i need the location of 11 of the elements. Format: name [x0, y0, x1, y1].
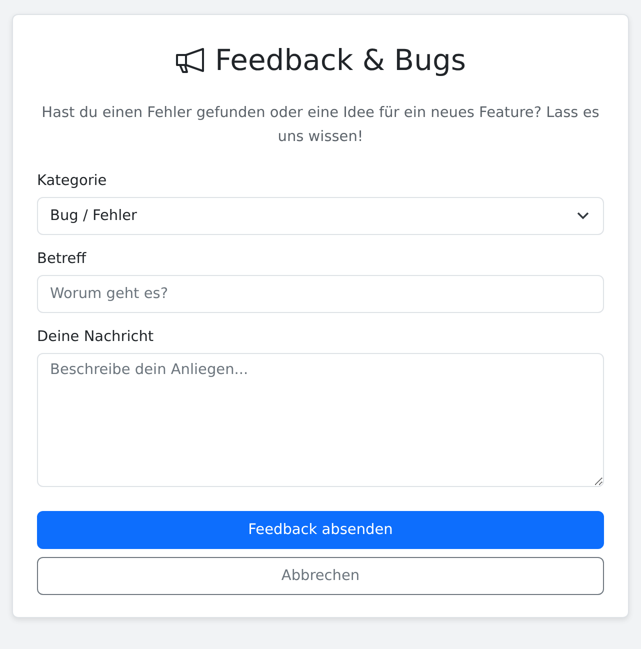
subject-input-field[interactable]: Worum geht es? [37, 275, 604, 313]
category-select[interactable]: Bug / Fehler [37, 197, 604, 235]
cancel-button[interactable]: Abbrechen [37, 557, 604, 595]
chevron-down-icon [577, 212, 589, 220]
message-text-area[interactable]: Beschreibe dein Anliegen... [37, 353, 604, 487]
field-label: Deine Nachricht [37, 329, 155, 345]
intro-text: Hast du einen Fehler gefunden oder eine Idee für ein neues Feature? Lass es uns wissen! [40, 104, 600, 147]
page-title: Feedback & Bugs [215, 43, 466, 77]
submit-button[interactable]: Feedback absenden [37, 511, 604, 549]
field-label: Kategorie [37, 173, 108, 189]
field-label: Betreff [37, 251, 88, 267]
